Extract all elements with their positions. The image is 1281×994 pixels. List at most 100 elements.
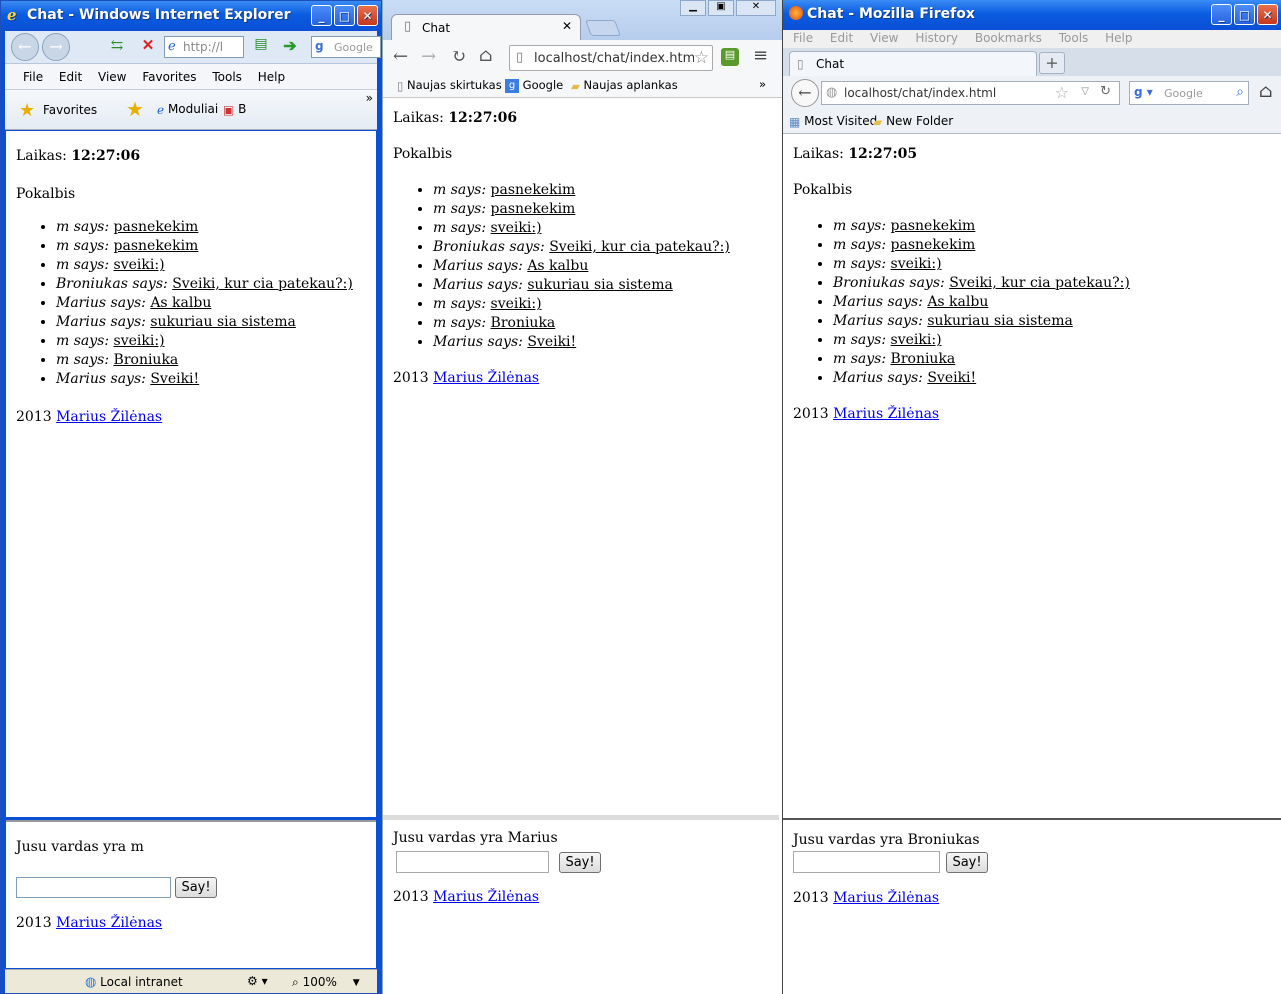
close-button[interactable]: ✕ bbox=[357, 5, 378, 26]
tab-chat[interactable]: ▯ Chat ✕ bbox=[391, 14, 581, 41]
message-input[interactable] bbox=[793, 851, 940, 873]
menu-edit[interactable]: Edit bbox=[59, 70, 82, 84]
menu-tools[interactable]: Tools bbox=[212, 70, 242, 84]
firefox-search-field[interactable]: g ▾ Google ⌕ bbox=[1129, 81, 1249, 105]
back-icon[interactable]: ← bbox=[393, 46, 408, 67]
author-link[interactable]: Marius Žilėnas bbox=[833, 406, 939, 422]
extension-icon[interactable]: ▤ bbox=[721, 48, 739, 66]
message-item: m says: pasnekekim bbox=[433, 200, 769, 219]
chevron-more-icon[interactable]: » bbox=[759, 77, 766, 91]
firefox-title-bar[interactable]: Chat - Mozilla Firefox _ □ ✕ bbox=[783, 0, 1281, 30]
back-icon[interactable]: ← bbox=[11, 33, 39, 61]
new-tab-button[interactable] bbox=[585, 20, 621, 36]
author-link[interactable]: Marius Žilėnas bbox=[433, 370, 539, 386]
menu-favorites[interactable]: Favorites bbox=[142, 70, 196, 84]
forward-icon[interactable]: → bbox=[421, 46, 436, 67]
protected-mode-icon[interactable]: ⚙ ▾ bbox=[247, 974, 268, 988]
say-button[interactable]: Say! bbox=[175, 877, 217, 898]
globe-icon: ◍ bbox=[85, 975, 97, 990]
menu-history[interactable]: History bbox=[915, 31, 958, 45]
author-link[interactable]: Marius Žilėnas bbox=[433, 889, 539, 905]
bookmark-google[interactable]: g Google bbox=[505, 78, 563, 93]
star-icon[interactable]: ☆ bbox=[1055, 83, 1069, 102]
bookmark-new-tab[interactable]: ▯ Naujas skirtukas bbox=[397, 78, 502, 93]
zoom-control[interactable]: ⌕ 100% ▼ bbox=[292, 975, 360, 990]
ie-title-bar[interactable]: ℯ Chat - Windows Internet Explorer _ □ ✕ bbox=[1, 1, 381, 31]
maximize-button[interactable]: □ bbox=[334, 5, 355, 26]
star-icon[interactable]: ☆ bbox=[693, 48, 709, 68]
author-link[interactable]: Marius Žilėnas bbox=[56, 915, 162, 931]
menu-bookmarks[interactable]: Bookmarks bbox=[975, 31, 1042, 45]
go-icon[interactable]: ➔ bbox=[279, 36, 301, 58]
firefox-address-field[interactable]: ◍ localhost/chat/index.html ☆ ▽ ↻ bbox=[821, 81, 1120, 105]
search-icon[interactable]: ⌕ bbox=[1236, 84, 1244, 100]
menu-view[interactable]: View bbox=[98, 70, 126, 84]
ie-navigation-bar: ← → ⇆ ✕ ℯ http://l ▤ ➔ g Google bbox=[5, 31, 381, 64]
message-sender: m says: bbox=[833, 237, 887, 253]
menu-file[interactable]: File bbox=[793, 31, 813, 45]
ie-window-title: Chat - Windows Internet Explorer bbox=[27, 7, 291, 23]
message-text: sveiki:) bbox=[490, 296, 542, 312]
restore-icon[interactable]: ▣ bbox=[708, 0, 734, 16]
chevron-more-icon[interactable]: » bbox=[366, 91, 373, 105]
message-sender: Broniukas says: bbox=[56, 276, 168, 292]
security-zone[interactable]: ◍ Local intranet bbox=[85, 975, 183, 990]
message-item: m says: pasnekekim bbox=[833, 236, 1271, 255]
favorites-button[interactable]: ★ Favorites bbox=[19, 100, 97, 121]
menu-help[interactable]: Help bbox=[1105, 31, 1132, 45]
firefox-tab-strip: ▯ Chat + bbox=[783, 48, 1281, 76]
tab-chat[interactable]: ▯ Chat bbox=[789, 51, 1037, 76]
close-button[interactable]: ✕ bbox=[1257, 4, 1278, 25]
message-sender: m says: bbox=[56, 238, 110, 254]
chevron-down-icon[interactable]: ▽ bbox=[1081, 86, 1089, 97]
bookmark-new-folder[interactable]: ▰ New Folder bbox=[873, 114, 953, 129]
say-button[interactable]: Say! bbox=[946, 851, 988, 873]
zoom-icon: ⌕ bbox=[292, 975, 299, 989]
menu-edit[interactable]: Edit bbox=[830, 31, 853, 45]
bookmark-folder[interactable]: ▰ Naujas aplankas bbox=[571, 78, 678, 93]
author-link[interactable]: Marius Žilėnas bbox=[56, 409, 162, 425]
menu-help[interactable]: Help bbox=[258, 70, 285, 84]
menu-tools[interactable]: Tools bbox=[1059, 31, 1089, 45]
home-icon[interactable]: ⌂ bbox=[1259, 81, 1273, 102]
fav-link-b[interactable]: ▣ B bbox=[223, 102, 246, 117]
say-button[interactable]: Say! bbox=[559, 851, 601, 873]
minimize-icon[interactable]: ▁ bbox=[680, 0, 706, 16]
menu-view[interactable]: View bbox=[870, 31, 898, 45]
minimize-button[interactable]: _ bbox=[311, 5, 332, 26]
reload-icon[interactable]: ↻ bbox=[1100, 84, 1111, 99]
maximize-button[interactable]: □ bbox=[1234, 4, 1255, 25]
message-item: Marius says: sukuriau sia sistema bbox=[833, 312, 1271, 331]
forward-icon[interactable]: → bbox=[42, 33, 70, 61]
firefox-window: Chat - Mozilla Firefox _ □ ✕ File Edit V… bbox=[782, 0, 1281, 994]
message-input[interactable] bbox=[16, 877, 171, 898]
back-icon[interactable]: ← bbox=[791, 79, 819, 107]
menu-icon[interactable]: ≡ bbox=[753, 45, 768, 66]
menu-file[interactable]: File bbox=[23, 70, 43, 84]
compatibility-icon[interactable]: ▤ bbox=[250, 36, 272, 58]
close-tab-icon[interactable]: ✕ bbox=[562, 19, 572, 33]
message-list: m says: pasnekekimm says: pasnekekimm sa… bbox=[16, 218, 366, 389]
fav-link-moduliai[interactable]: ℯ Moduliai bbox=[157, 102, 218, 117]
close-icon[interactable]: ✕ bbox=[736, 0, 776, 16]
new-tab-plus-icon[interactable]: + bbox=[1039, 52, 1065, 74]
minimize-button[interactable]: _ bbox=[1211, 4, 1232, 25]
refresh-icon[interactable]: ⇆ bbox=[105, 36, 129, 58]
bookmark-most-visited[interactable]: ▦ Most Visited bbox=[789, 114, 877, 129]
author-link[interactable]: Marius Žilėnas bbox=[833, 890, 939, 906]
message-text: As kalbu bbox=[150, 295, 212, 311]
stop-icon[interactable]: ✕ bbox=[136, 36, 160, 58]
chrome-address-field[interactable]: ▯ localhost/chat/index.htm ☆ bbox=[509, 45, 713, 71]
page-icon: ▯ bbox=[404, 19, 412, 34]
firefox-logo-icon bbox=[789, 6, 803, 20]
message-input[interactable] bbox=[396, 851, 549, 873]
message-sender: m says: bbox=[433, 315, 487, 331]
message-item: Marius says: Sveiki! bbox=[56, 370, 366, 389]
ie-address-field[interactable]: ℯ http://l bbox=[164, 36, 244, 58]
message-item: m says: Broniuka bbox=[56, 351, 366, 370]
ie-search-field[interactable]: g Google bbox=[311, 36, 381, 58]
message-sender: m says: bbox=[56, 257, 110, 273]
add-favorite-icon[interactable]: ★ bbox=[126, 97, 144, 121]
home-icon[interactable]: ⌂ bbox=[479, 45, 493, 66]
reload-icon[interactable]: ↻ bbox=[451, 46, 466, 67]
